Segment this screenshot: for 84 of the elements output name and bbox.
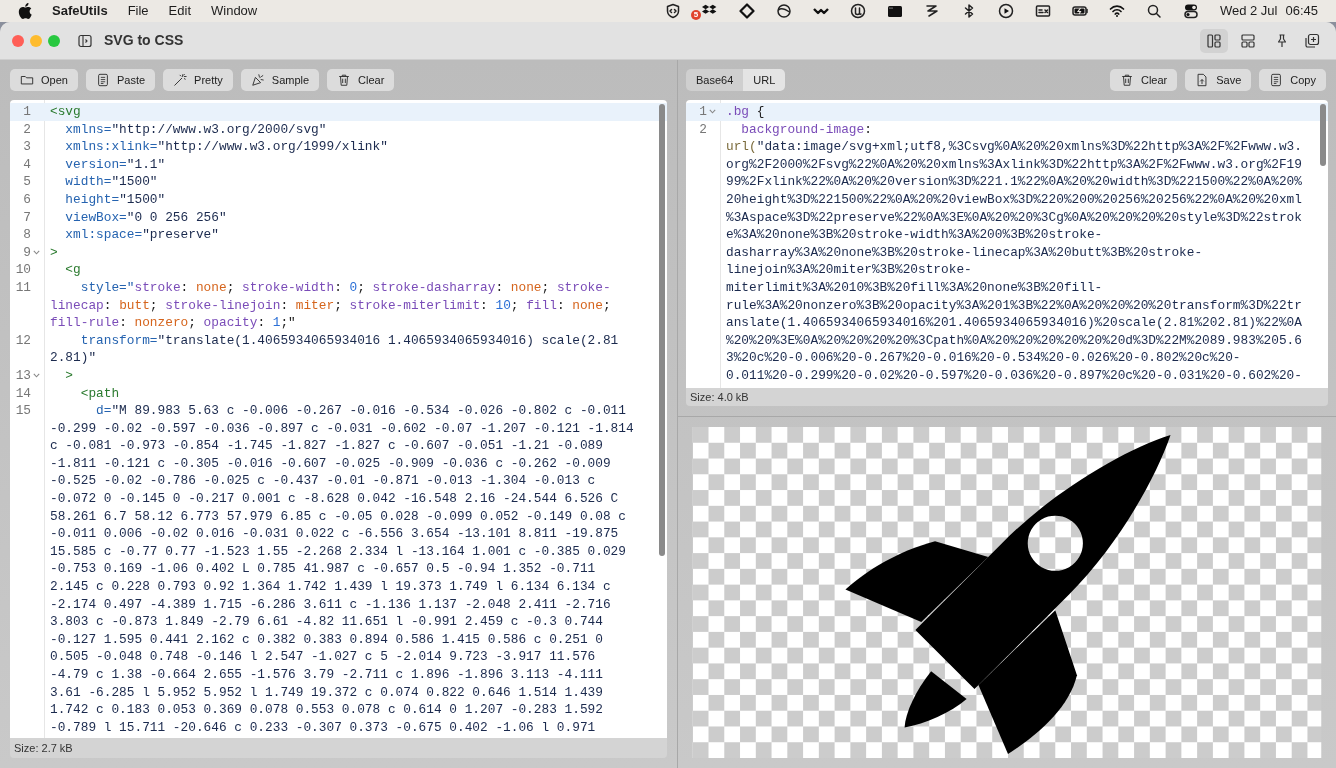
fold-chevron-icon[interactable] <box>33 249 40 255</box>
fold-chevron-icon[interactable] <box>709 109 716 114</box>
date-text: Wed 2 Jul <box>1219 2 1278 21</box>
code-line: viewBox="0 0 256 256" <box>64 208 228 227</box>
trash-icon <box>337 73 352 87</box>
clipboard-icon <box>95 73 110 87</box>
sidebar-toggle-icon[interactable] <box>78 33 92 48</box>
party-popper-icon <box>250 73 265 87</box>
app-menu[interactable]: SafeUtils <box>52 1 108 21</box>
grid-layout-icon <box>1240 32 1256 49</box>
format-tab[interactable]: Base64 <box>686 69 744 91</box>
line-number: 15 <box>15 402 31 421</box>
window-title: SVG to CSS <box>104 31 184 50</box>
search-icon[interactable] <box>1145 3 1162 19</box>
code-line: background-image: url("data:image/svg+xml;utf8,%3Csvg%0A%20%20xmlns%3D%22http%3A%2F%2Fwww.w3.org%2F2000%2Fsvg%22%0A%20%20xmlns%3Axlink%3D%22http%3A%2F%2Fwww.w3.org%2F1999%2Fxlink%22%0A%20%20version%3D%221.1%22%0A%20%20width%3D%221500%22%0A%20%20height%3D%221500%22%0A%20%20viewBox%3D%220%200%20256%20256%22%0A%20%20xml%3Aspace%3D%22preserve%22%0A%3E%0A%20%20%3Cg%0A%20%20%20%20style%3D%22stroke%3A%20none%3B%20stroke-width%3A%200%3B%20stroke-dasharray%3A%20none%3B%20stroke-linecap%3A%20butt%3B%20stroke-linejoin%3A%20miter%3B%20stroke-miterlimit%3A%2010%3B%20fill%3A%20none%3B%20fill-rule%3A%20nonzero%3B%20opacity%3A%201%3B%22%0A%20%20%20%20transform%3D%22translate(1.4065934065934016%201.4065934065934016)%20scale(2.81%202.81)%22%0A%20%20%3E%0A%20%20%20%20%3Cpath%0A%20%20%20%20%20%20d%3D%22M%2089.983%205.63%20c%20-0.006%20-0.267%20-0.016%20-0.534%20-0.026%20-0.802%20c%20-0.011%20-0.299%20-0.02%20-0.597%20-0.036%20-0.897%20c%20-0.031%20-0.602%20- <box>725 120 1302 385</box>
menu-item[interactable]: File <box>127 1 149 21</box>
folder-icon <box>20 73 34 87</box>
toolbar-button[interactable]: Clear <box>327 69 395 91</box>
code-line: xmlns:xlink="http://www.w3.org/1999/xlink" <box>64 138 389 156</box>
code-line: xml:space="preserve" <box>64 226 220 244</box>
toolbar-button[interactable]: Pretty <box>163 69 233 91</box>
code-line: xmlns="http://www.w3.org/2000/svg" <box>64 120 328 139</box>
line-number: 13 <box>15 366 31 385</box>
code-line: height="1500" <box>64 190 167 209</box>
line-number: 3 <box>23 138 31 156</box>
magic-wand-icon <box>173 73 188 87</box>
line-number: 14 <box>15 384 31 403</box>
document-upload-icon <box>1195 73 1210 87</box>
line-number: 1 <box>699 103 707 121</box>
code-line: version="1.1" <box>64 155 167 174</box>
code-line: <g <box>64 261 82 279</box>
line-number: 4 <box>23 155 31 174</box>
line-number: 8 <box>23 226 31 244</box>
line-number: 1 <box>23 103 31 121</box>
fold-chevron-icon[interactable] <box>33 372 40 378</box>
toolbar-button[interactable]: Sample <box>240 69 320 91</box>
apple-logo-icon[interactable] <box>18 3 32 19</box>
scrollbar-thumb[interactable] <box>1320 104 1326 166</box>
layout-toggle-button[interactable] <box>1200 28 1228 53</box>
code-line: width="1500" <box>64 173 159 191</box>
toolbar-button[interactable]: Save <box>1185 69 1252 91</box>
status-text: Size: 2.7 kB <box>14 740 73 756</box>
line-number: 2 <box>699 120 707 139</box>
code-line: d="M 89.983 5.63 c -0.006 -0.267 -0.016 -0.534 -0.026 -0.802 c -0.011 -0.299 -0.02 -0.597 -0.036 -0.897 c -0.031 -0.602 -0.07 -1.207 -0.121 -1.814 c -0.081 -0.973 -0.854 -1.745 -1.827 -1.827 c -0.607 -0.051 -1.21 -0.089 -1.811 -0.121 c -0.305 -0.016 -0.607 -0.025 -0.909 -0.036 c -0.262 -0.009 -0.525 -0.02 -0.786 -0.025 c -0.437 -0.01 -0.871 -0.013 -1.304 -0.013 c -0.072 0 -0.145 0 -0.217 0.001 c -8.628 0.042 -16.548 2.16 -24.544 6.526 C 58.261 6.7 58.12 6.773 57.979 6.85 c -0.05 0.028 -0.099 0.052 -0.149 0.08 c -0.011 0.006 -0.02 0.016 -0.031 0.022 c -6.556 3.654 -13.101 8.811 -19.875 15.585 c -0.77 0.77 -1.523 1.55 -2.268 2.334 l -13.164 1.001 c -0.385 0.029 -0.753 0.169 -1.06 0.402 L 0.785 41.987 c -0.657 0.5 -0.94 1.352 -0.711 2.145 c 0.228 0.793 0.92 1.364 1.742 1.439 l 19.373 1.749 l 6.134 6.134 c -2.174 0.497 -4.389 1.715 -6.286 3.611 c -1.136 1.137 -2.048 2.411 -2.716 3.803 c -0.873 1.849 -2.79 6.61 -4.82 11.651 l -0.991 2.459 c -0.3 0.744 -0.127 1.595 0.441 2.162 c 0.382 0.383 0.894 0.586 1.415 0.586 c 0.251 0 0.505 -0.048 0.748 -0.146 l 2.547 -1.027 c 5 -2.014 9.723 -3.917 11.576 -4.79 c 1.38 -0.664 2.655 -1.576 3.79 -2.711 c 1.896 -1.896 3.113 -4.111 3.61 -6.285 l 5.952 5.952 l 1.749 19.372 c 0.074 0.822 0.646 1.514 1.439 1.742 c 0.183 0.053 0.369 0.078 0.553 0.078 c 0.614 0 1.207 -0.283 1.592 -0.789 l 15.711 -20.646 c 0.233 -0.307 0.373 -0.675 0.402 -1.06 l 0.971 <box>49 402 634 737</box>
play-circle-icon[interactable] <box>997 3 1014 19</box>
line-number: 5 <box>23 173 31 191</box>
wifi-icon[interactable] <box>1108 3 1125 19</box>
line-number: 7 <box>23 208 31 227</box>
trash-icon <box>1119 73 1134 87</box>
line-number: 11 <box>15 278 31 297</box>
code-line: <path <box>79 384 121 403</box>
code-line: .bg { <box>725 103 766 121</box>
status-text: Size: 4.0 kB <box>690 389 749 405</box>
code-line: <svg <box>49 103 82 121</box>
window-icon[interactable] <box>886 3 903 19</box>
toggle-icon[interactable] <box>1182 3 1199 19</box>
code-line: > <box>49 243 59 262</box>
toolbar-button[interactable]: Open <box>10 69 78 91</box>
scribble-icon[interactable] <box>923 3 940 19</box>
line-number: 9 <box>23 243 31 262</box>
menu-item[interactable]: Window <box>211 1 258 21</box>
clipboard-icon <box>1269 73 1284 87</box>
code-line: transform="translate(1.4065934065934016 1.4065934065934016) scale(2.81 2.81)" <box>49 331 620 367</box>
scrollbar-thumb[interactable] <box>659 104 665 556</box>
clock-text: 06:45 <box>1285 2 1318 21</box>
code-line: > <box>64 366 75 385</box>
line-number: 10 <box>15 261 31 279</box>
menu-item[interactable]: Edit <box>168 1 191 21</box>
circle-icon[interactable] <box>775 3 792 19</box>
line-number: 6 <box>23 190 31 209</box>
new-window-icon[interactable] <box>1304 32 1320 49</box>
notification-badge: 5 <box>690 10 701 20</box>
line-number: 2 <box>23 120 31 139</box>
torrent-icon[interactable] <box>849 3 866 19</box>
two-column-layout-icon <box>1206 32 1222 49</box>
battery-icon[interactable] <box>1071 3 1088 19</box>
line-number: 12 <box>15 331 31 350</box>
display-icon[interactable] <box>1034 3 1051 19</box>
toolbar-button[interactable]: Copy <box>1259 69 1326 91</box>
toolbar-button[interactable]: Clear <box>1109 69 1178 91</box>
toolbar-button[interactable]: Paste <box>85 69 156 91</box>
code-line: style="stroke: none; stroke-width: 0; stroke-dasharray: none; stroke-linecap: butt; stroke-linejoin: miter; stroke-miterlimit: 10; fill: none; fill-rule: nonzero; opacity: 1;" <box>49 278 612 332</box>
format-tab[interactable]: URL <box>743 69 786 91</box>
code-shield-icon[interactable] <box>664 3 681 19</box>
